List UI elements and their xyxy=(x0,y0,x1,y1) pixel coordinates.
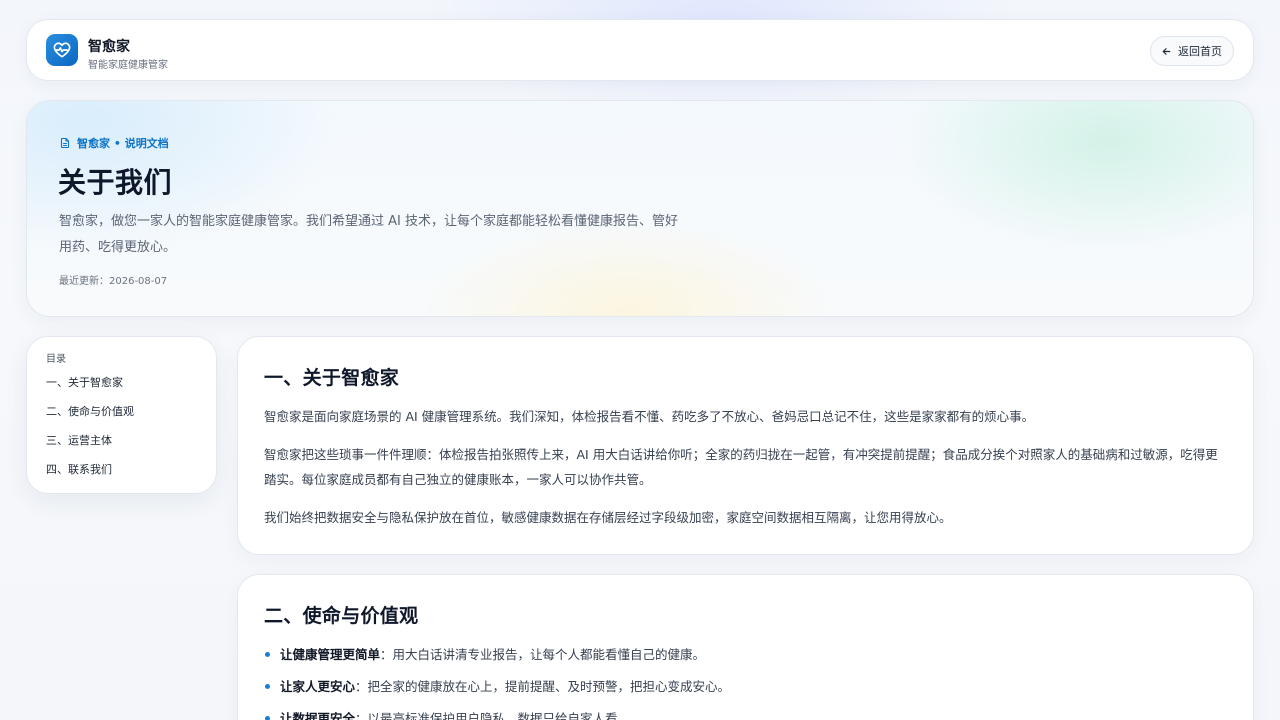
arrow-left-icon xyxy=(1162,47,1171,55)
section-about-paragraph: 我们始终把数据安全与隐私保护放在首位，敏感健康数据在存储层经过字段级加密，家庭空… xyxy=(264,510,952,525)
section-about: 一、关于智愈家 智愈家是面向家庭场景的 AI 健康管理系统。我们深知，体检报告看… xyxy=(237,336,1254,555)
toc-title: 目录 xyxy=(46,354,66,365)
heart-pulse-icon xyxy=(53,42,71,58)
back-home-label: 返回首页 xyxy=(1178,45,1222,58)
list-item-heading: 让数据更安全 xyxy=(280,711,356,720)
list-item-heading: 让家人更安心 xyxy=(280,679,356,694)
brand-name: 智愈家 xyxy=(88,39,130,55)
section-about-paragraph: 智愈家是面向家庭场景的 AI 健康管理系统。我们深知，体检报告看不懂、药吃多了不… xyxy=(264,409,1035,424)
document-icon xyxy=(60,137,70,149)
toc-item-mission[interactable]: 二、使命与价值观 xyxy=(46,401,216,430)
app-logo[interactable] xyxy=(46,34,78,66)
section-mission-title: 二、使命与价值观 xyxy=(264,605,419,627)
list-item-text: ：把全家的健康放在心上，提前提醒、及时预警，把担心变成安心。 xyxy=(355,679,731,694)
list-item: 让数据更安全：以最高标准保护用户隐私，数据只给自家人看。 xyxy=(264,706,1227,720)
list-item-text: ：以最高标准保护用户隐私，数据只给自家人看。 xyxy=(355,711,631,720)
back-home-button[interactable]: 返回首页 xyxy=(1150,36,1234,66)
toc-item-contact[interactable]: 四、联系我们 xyxy=(46,459,216,488)
list-item: 让健康管理更简单：用大白话讲清专业报告，让每个人都能看懂自己的健康。 xyxy=(264,642,1227,667)
top-header: 智愈家 智能家庭健康管家 返回首页 xyxy=(26,19,1254,81)
last-updated: 最近更新：2026-08-07 xyxy=(59,276,168,287)
list-item-text: ：用大白话讲清专业报告，让每个人都能看懂自己的健康。 xyxy=(380,647,706,662)
section-mission: 二、使命与价值观 让健康管理更简单：用大白话讲清专业报告，让每个人都能看懂自己的… xyxy=(237,574,1254,720)
page-description: 智愈家，做您一家人的智能家庭健康管家。我们希望通过 AI 技术，让每个家庭都能轻… xyxy=(59,214,678,255)
list-item-heading: 让健康管理更简单 xyxy=(280,647,381,662)
hero-banner: 智愈家 • 说明文档 关于我们 智愈家，做您一家人的智能家庭健康管家。我们希望通… xyxy=(26,100,1254,317)
brand-subtitle: 智能家庭健康管家 xyxy=(88,60,168,71)
page-title: 关于我们 xyxy=(58,166,173,199)
mission-list: 让健康管理更简单：用大白话讲清专业报告，让每个人都能看懂自己的健康。 让家人更安… xyxy=(264,642,1227,720)
toc-item-about[interactable]: 一、关于智愈家 xyxy=(46,372,216,401)
doc-tag: 智愈家 • 说明文档 xyxy=(59,135,169,151)
section-about-title: 一、关于智愈家 xyxy=(264,367,400,389)
table-of-contents: 目录 一、关于智愈家 二、使命与价值观 三、运营主体 四、联系我们 xyxy=(26,336,217,494)
section-about-paragraph: 智愈家把这些琐事一件件理顺：体检报告拍张照传上来，AI 用大白话讲给你听；全家的… xyxy=(264,447,1218,487)
toc-item-operator[interactable]: 三、运营主体 xyxy=(46,430,216,459)
list-item: 让家人更安心：把全家的健康放在心上，提前提醒、及时预警，把担心变成安心。 xyxy=(264,674,1227,699)
doc-tag-label: 智愈家 • 说明文档 xyxy=(77,137,169,150)
